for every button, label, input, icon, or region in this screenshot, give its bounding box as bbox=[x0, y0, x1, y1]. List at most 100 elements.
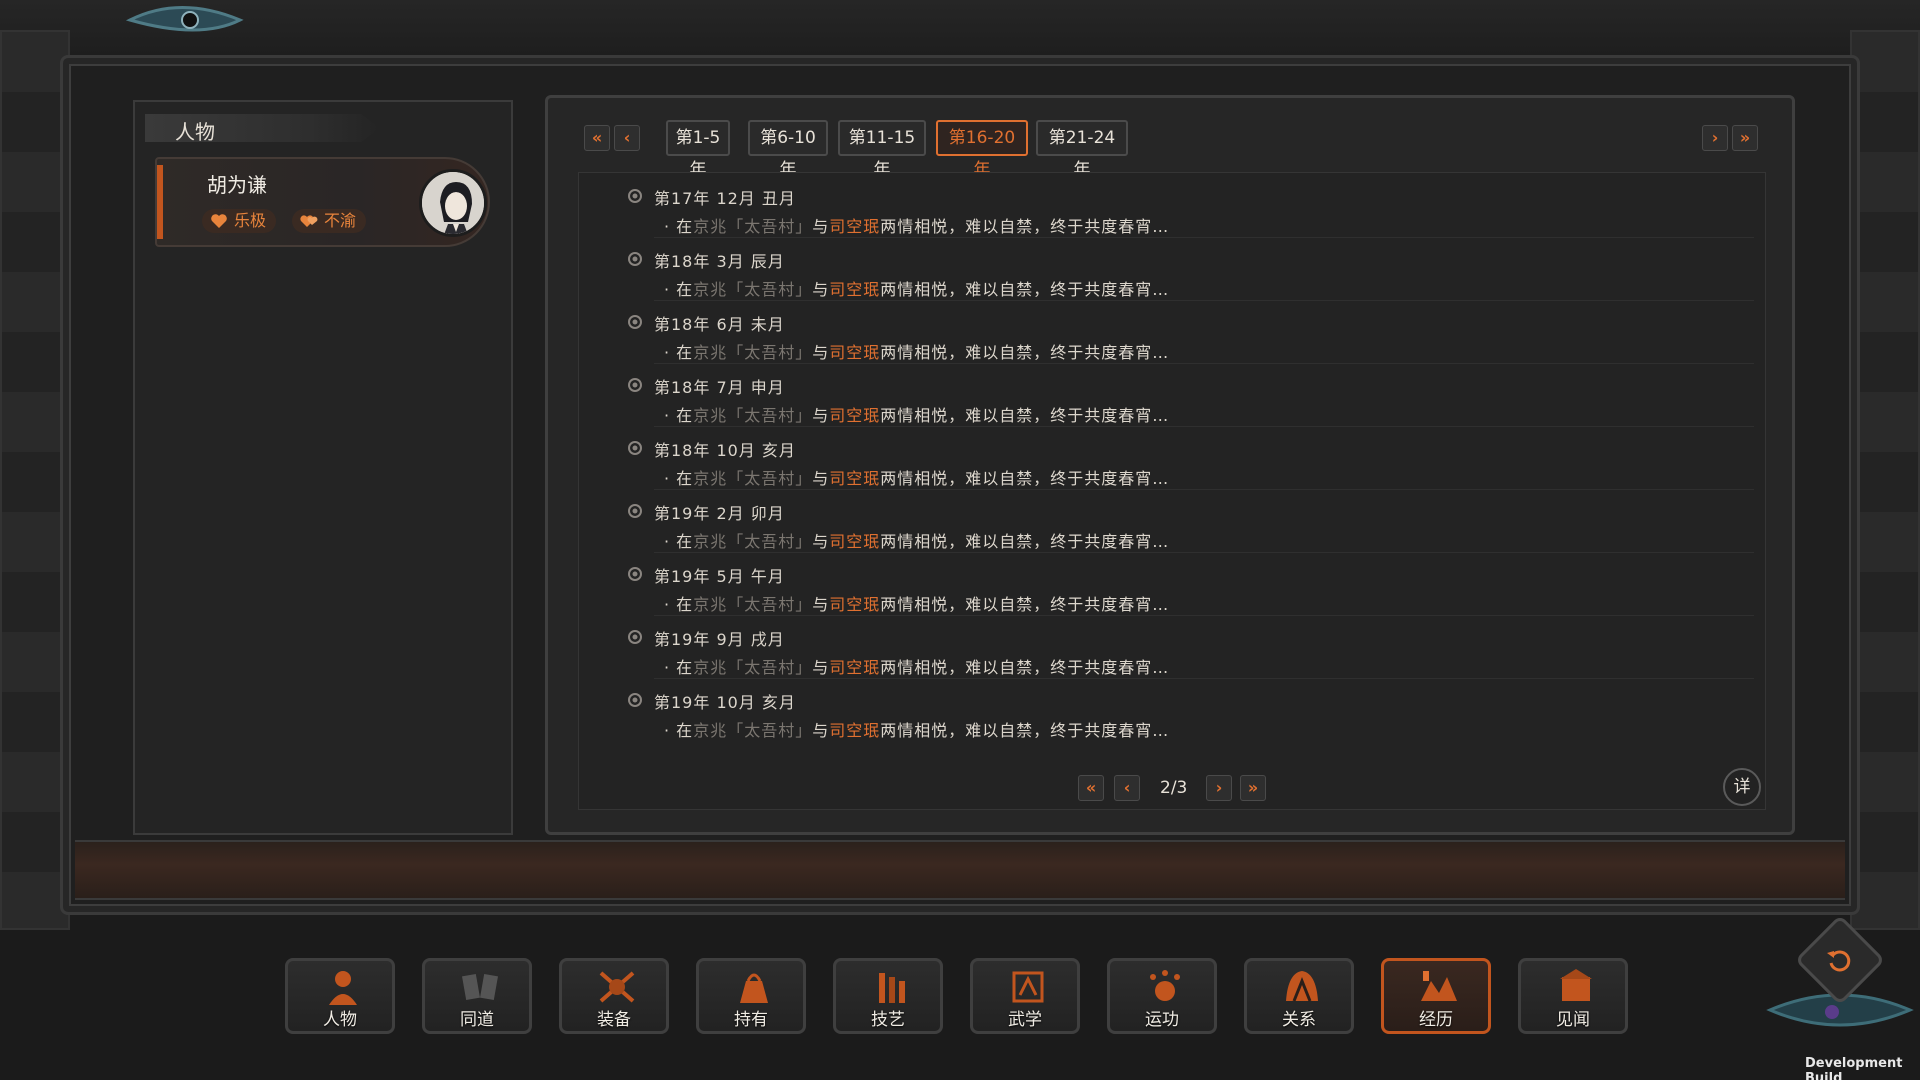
entry-date: 第18年 7月 申月 bbox=[654, 378, 785, 397]
entry-date: 第19年 9月 戌月 bbox=[654, 630, 785, 649]
place-link[interactable]: 京兆「太吾村」 bbox=[693, 280, 812, 299]
event-marker-icon bbox=[628, 630, 642, 644]
event-marker-icon bbox=[628, 315, 642, 329]
event-marker-icon bbox=[628, 504, 642, 518]
martial-arts-icon bbox=[1012, 971, 1044, 1003]
person-link[interactable]: 司空珉 bbox=[829, 343, 880, 362]
decorative-eye-ornament bbox=[125, 6, 244, 32]
place-link[interactable]: 京兆「太吾村」 bbox=[693, 721, 812, 740]
character-list-panel: 人物 胡为谦 乐极 不渝 bbox=[133, 100, 513, 835]
menu-equipment-button[interactable]: 装备 bbox=[559, 958, 669, 1034]
pager-prev-icon[interactable]: ‹ bbox=[1114, 775, 1140, 801]
menu-knowledge-button[interactable]: 见闻 bbox=[1518, 958, 1628, 1034]
place-link[interactable]: 京兆「太吾村」 bbox=[693, 532, 812, 551]
entry-text: · 在京兆「太吾村」与司空珉两情相悦，难以自禁，终于共度春宵… bbox=[664, 595, 1170, 614]
log-entry: 第19年 2月 卯月 · 在京兆「太吾村」与司空珉两情相悦，难以自禁，终于共度春… bbox=[624, 488, 1754, 553]
log-entry: 第18年 10月 亥月 · 在京兆「太吾村」与司空珉两情相悦，难以自禁，终于共度… bbox=[624, 425, 1754, 490]
person-link[interactable]: 司空珉 bbox=[829, 280, 880, 299]
portrait-icon bbox=[422, 172, 484, 234]
person-link[interactable]: 司空珉 bbox=[829, 658, 880, 677]
menu-experience-button[interactable]: 经历 bbox=[1381, 958, 1491, 1034]
year-tab-bar: « ‹ 第1-5年 第6-10年 第11-15年 第16-20年 第21-24年… bbox=[580, 120, 1760, 180]
pager: « ‹ 2/3 › » bbox=[1078, 773, 1268, 803]
tab-years-21-24[interactable]: 第21-24年 bbox=[1036, 120, 1128, 180]
entry-date: 第19年 2月 卯月 bbox=[654, 504, 785, 523]
skills-icon bbox=[879, 973, 905, 1003]
entry-text: · 在京兆「太吾村」与司空珉两情相悦，难以自禁，终于共度春宵… bbox=[664, 532, 1170, 551]
menu-inventory-button[interactable]: 持有 bbox=[696, 958, 806, 1034]
person-link[interactable]: 司空珉 bbox=[829, 721, 880, 740]
page-indicator: 2/3 bbox=[1160, 778, 1188, 798]
entry-text: · 在京兆「太吾村」与司空珉两情相悦，难以自禁，终于共度春宵… bbox=[664, 658, 1170, 677]
tab-years-16-20[interactable]: 第16-20年 bbox=[936, 120, 1028, 180]
event-marker-icon bbox=[628, 252, 642, 266]
entry-date: 第19年 10月 亥月 bbox=[654, 693, 796, 712]
experience-log: 第17年 12月 丑月 · 在京兆「太吾村」与司空珉两情相悦，难以自禁，终于共度… bbox=[578, 172, 1766, 810]
event-marker-icon bbox=[628, 189, 642, 203]
place-link[interactable]: 京兆「太吾村」 bbox=[693, 658, 812, 677]
event-marker-icon bbox=[628, 693, 642, 707]
panel-title-text: 人物 bbox=[175, 120, 215, 144]
pager-first-icon[interactable]: « bbox=[1078, 775, 1104, 801]
companions-icon bbox=[462, 973, 498, 1001]
last-page-icon[interactable]: » bbox=[1732, 125, 1758, 151]
character-icon bbox=[329, 971, 357, 1005]
heart-icon bbox=[211, 214, 227, 228]
equipment-icon bbox=[599, 971, 635, 1003]
pager-next-icon[interactable]: › bbox=[1206, 775, 1232, 801]
prev-page-icon[interactable]: ‹ bbox=[614, 125, 640, 151]
inventory-icon bbox=[740, 973, 768, 1003]
person-link[interactable]: 司空珉 bbox=[829, 217, 880, 236]
ornate-band bbox=[75, 840, 1845, 900]
log-entry: 第19年 5月 午月 · 在京兆「太吾村」与司空珉两情相悦，难以自禁，终于共度春… bbox=[624, 551, 1754, 616]
place-link[interactable]: 京兆「太吾村」 bbox=[693, 343, 812, 362]
panel-title: 人物 bbox=[145, 114, 380, 142]
place-link[interactable]: 京兆「太吾村」 bbox=[693, 217, 812, 236]
mood-label: 乐极 bbox=[234, 211, 267, 230]
build-label: Development Build bbox=[1805, 1056, 1903, 1080]
mood-badge-loyal: 不渝 bbox=[292, 209, 367, 233]
event-marker-icon bbox=[628, 441, 642, 455]
first-page-icon[interactable]: « bbox=[584, 125, 610, 151]
character-card[interactable]: 胡为谦 乐极 不渝 bbox=[155, 157, 490, 247]
relations-icon bbox=[1286, 971, 1318, 1002]
card-accent bbox=[157, 165, 163, 239]
entry-text: · 在京兆「太吾村」与司空珉两情相悦，难以自禁，终于共度春宵… bbox=[664, 469, 1170, 488]
menu-character-button[interactable]: 人物 bbox=[285, 958, 395, 1034]
entry-date: 第18年 3月 辰月 bbox=[654, 252, 785, 271]
tab-years-6-10[interactable]: 第6-10年 bbox=[748, 120, 828, 180]
menu-martial-arts-button[interactable]: 武学 bbox=[970, 958, 1080, 1034]
experience-icon bbox=[1421, 971, 1457, 1001]
person-link[interactable]: 司空珉 bbox=[829, 469, 880, 488]
right-ornate-pillar bbox=[1850, 30, 1920, 930]
character-avatar bbox=[419, 169, 487, 237]
next-page-icon[interactable]: › bbox=[1702, 125, 1728, 151]
tab-years-1-5[interactable]: 第1-5年 bbox=[666, 120, 730, 180]
place-link[interactable]: 京兆「太吾村」 bbox=[693, 406, 812, 425]
entry-text: · 在京兆「太吾村」与司空珉两情相悦，难以自禁，终于共度春宵… bbox=[664, 721, 1170, 740]
entry-date: 第17年 12月 丑月 bbox=[654, 189, 796, 208]
menu-companions-button[interactable]: 同道 bbox=[422, 958, 532, 1034]
entry-text: · 在京兆「太吾村」与司空珉两情相悦，难以自禁，终于共度春宵… bbox=[664, 343, 1170, 362]
menu-qi-button[interactable]: 运功 bbox=[1107, 958, 1217, 1034]
detail-button[interactable]: 详 bbox=[1723, 768, 1761, 806]
knowledge-icon bbox=[1560, 969, 1592, 1001]
qi-icon bbox=[1150, 970, 1180, 1001]
place-link[interactable]: 京兆「太吾村」 bbox=[693, 469, 812, 488]
log-entry: 第18年 7月 申月 · 在京兆「太吾村」与司空珉两情相悦，难以自禁，终于共度春… bbox=[624, 362, 1754, 427]
person-link[interactable]: 司空珉 bbox=[829, 406, 880, 425]
place-link[interactable]: 京兆「太吾村」 bbox=[693, 595, 812, 614]
pager-last-icon[interactable]: » bbox=[1240, 775, 1266, 801]
person-link[interactable]: 司空珉 bbox=[829, 595, 880, 614]
log-entry: 第18年 3月 辰月 · 在京兆「太吾村」与司空珉两情相悦，难以自禁，终于共度春… bbox=[624, 236, 1754, 301]
menu-skills-button[interactable]: 技艺 bbox=[833, 958, 943, 1034]
menu-relations-button[interactable]: 关系 bbox=[1244, 958, 1354, 1034]
character-name: 胡为谦 bbox=[207, 173, 267, 197]
person-link[interactable]: 司空珉 bbox=[829, 532, 880, 551]
twin-heart-icon bbox=[300, 215, 318, 227]
bottom-menu: 人物 同道 装备 持有 技艺 武学 运功 关系 经历 见闻 bbox=[285, 958, 1635, 1038]
entry-date: 第19年 5月 午月 bbox=[654, 567, 785, 586]
mood-badge-joy: 乐极 bbox=[202, 209, 277, 233]
tab-years-11-15[interactable]: 第11-15年 bbox=[838, 120, 926, 180]
entry-text: · 在京兆「太吾村」与司空珉两情相悦，难以自禁，终于共度春宵… bbox=[664, 406, 1170, 425]
